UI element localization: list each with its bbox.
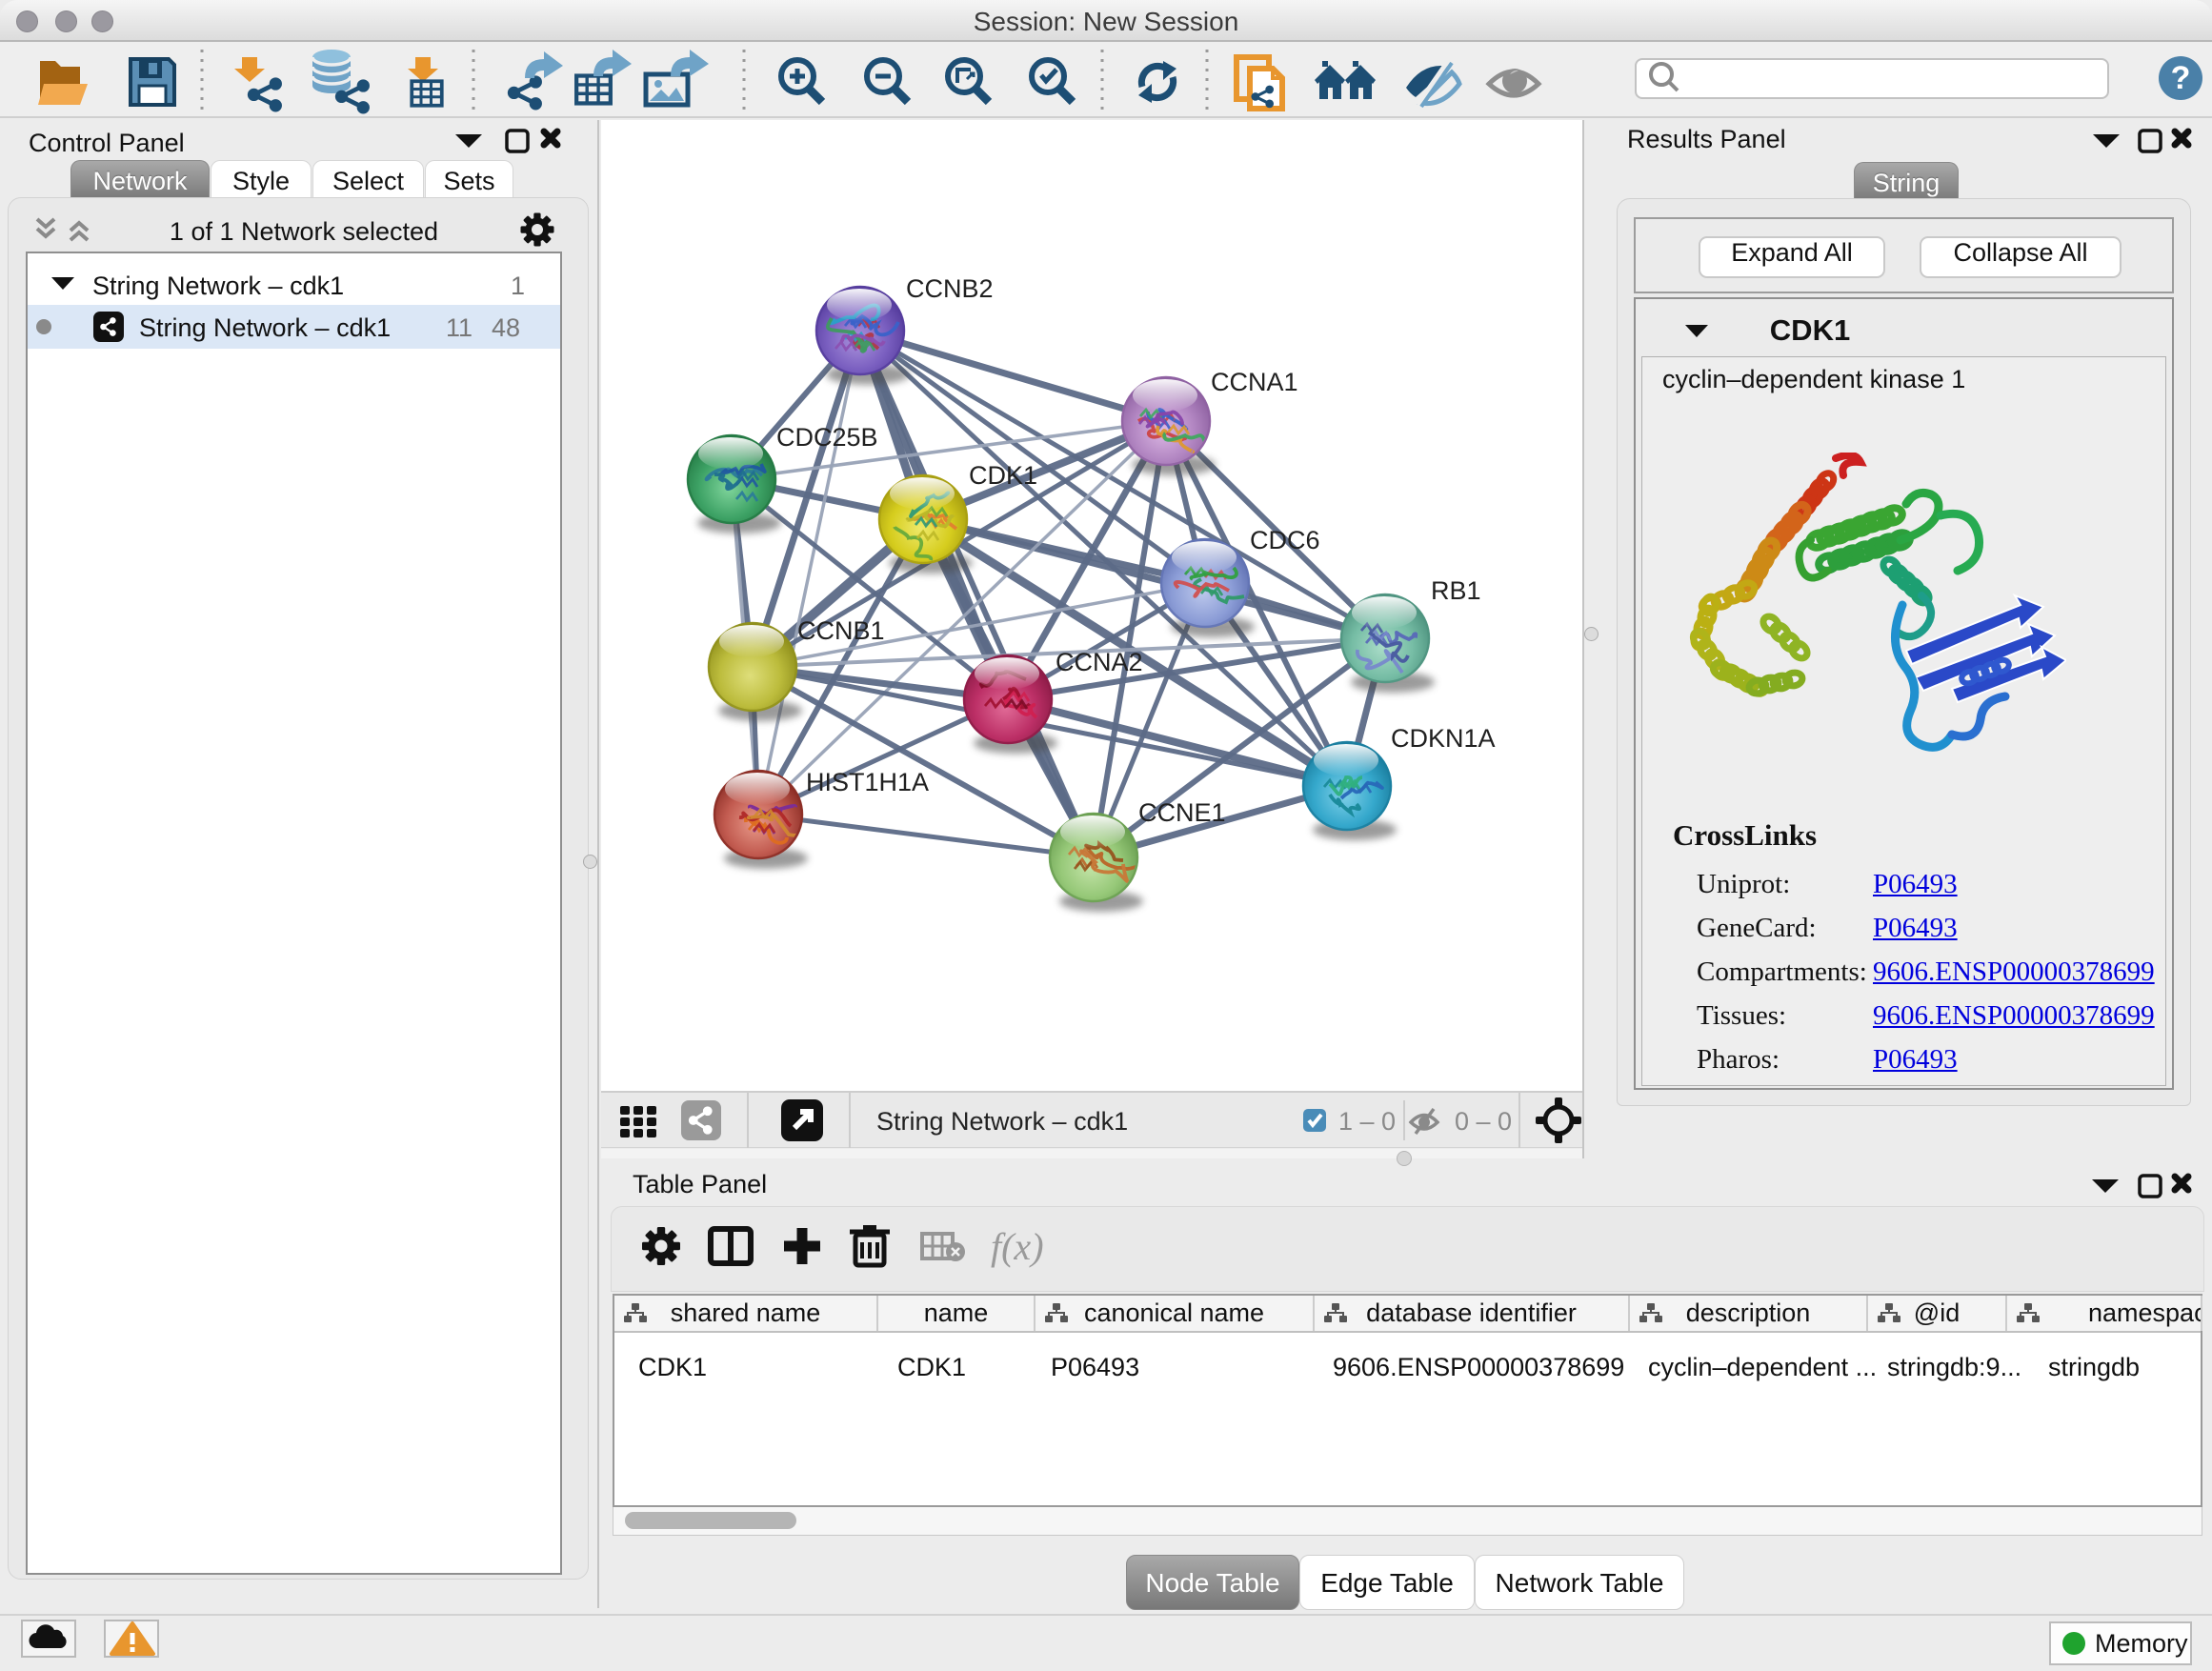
svg-text:1 – 0: 1 – 0 — [1338, 1107, 1396, 1136]
svg-text:CDK1: CDK1 — [1770, 313, 1850, 347]
svg-text:0 – 0: 0 – 0 — [1455, 1107, 1512, 1136]
svg-text:CCNE1: CCNE1 — [1138, 798, 1226, 827]
svg-text:11: 11 — [446, 313, 473, 342]
svg-text:CDC6: CDC6 — [1250, 526, 1320, 554]
svg-text:?: ? — [2171, 60, 2191, 96]
svg-text:String Network – cdk1: String Network – cdk1 — [92, 272, 344, 300]
svg-text:1: 1 — [511, 272, 525, 300]
svg-text:CDK1: CDK1 — [969, 461, 1037, 490]
svg-text:CCNB1: CCNB1 — [797, 616, 885, 645]
svg-text:String Network – cdk1: String Network – cdk1 — [876, 1107, 1128, 1136]
svg-text:f(x): f(x) — [991, 1225, 1044, 1268]
svg-text:CCNA1: CCNA1 — [1211, 368, 1298, 396]
svg-text:Memory: Memory — [2095, 1629, 2188, 1658]
svg-text:1 of 1 Network selected: 1 of 1 Network selected — [170, 217, 438, 246]
svg-text:CCNB2: CCNB2 — [906, 274, 994, 303]
svg-text:HIST1H1A: HIST1H1A — [806, 768, 929, 796]
svg-text:48: 48 — [492, 313, 520, 342]
svg-text:CCNA2: CCNA2 — [1056, 648, 1143, 676]
svg-text:CDC25B: CDC25B — [776, 423, 878, 452]
svg-text:RB1: RB1 — [1431, 576, 1481, 605]
svg-text:CDKN1A: CDKN1A — [1391, 724, 1496, 753]
svg-text:String Network – cdk1: String Network – cdk1 — [139, 313, 391, 342]
